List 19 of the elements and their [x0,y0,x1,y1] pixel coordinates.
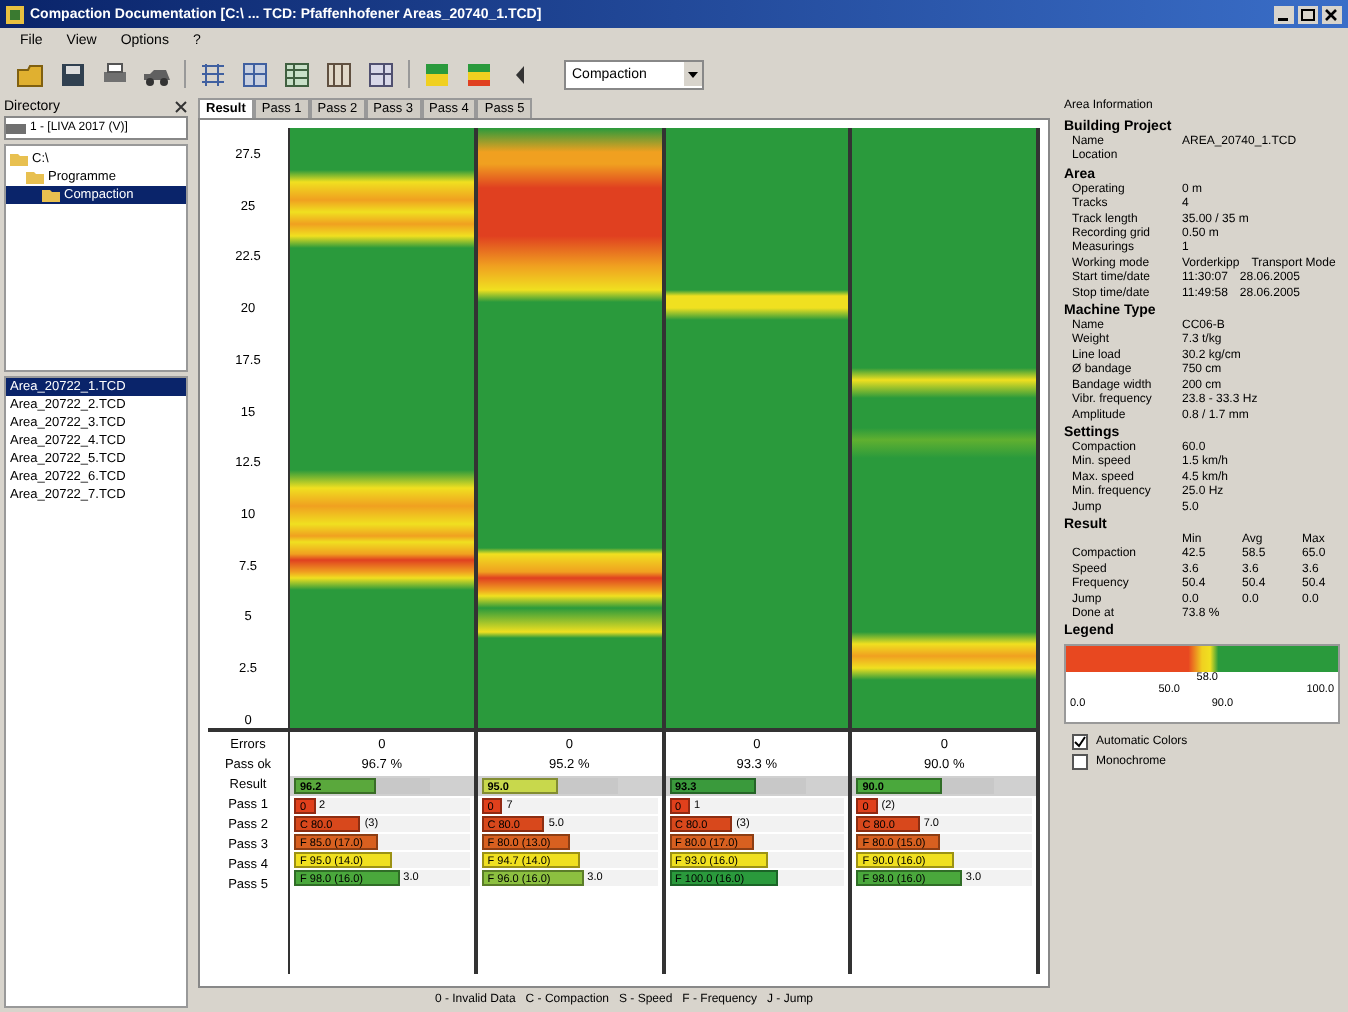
checkbox[interactable] [1072,734,1088,751]
grid-icon[interactable] [324,59,354,89]
drive-icon [6,121,26,135]
app-icon [6,5,24,23]
close-icon[interactable] [1322,5,1342,23]
close-icon[interactable] [174,99,188,113]
minimize-icon[interactable] [1274,5,1294,23]
color-scale-icon[interactable] [464,59,494,89]
save-icon[interactable] [58,59,88,89]
maximize-icon[interactable] [1298,5,1318,23]
color-scale-icon[interactable] [422,59,452,89]
folder-icon[interactable] [16,59,46,89]
caret-icon[interactable] [684,62,702,86]
grid-icon[interactable] [198,59,228,89]
check-icon [1074,736,1086,749]
grid-icon[interactable] [240,59,270,89]
grid-icon[interactable] [282,59,312,89]
grid-icon[interactable] [366,59,396,89]
checkbox[interactable] [1072,754,1088,771]
